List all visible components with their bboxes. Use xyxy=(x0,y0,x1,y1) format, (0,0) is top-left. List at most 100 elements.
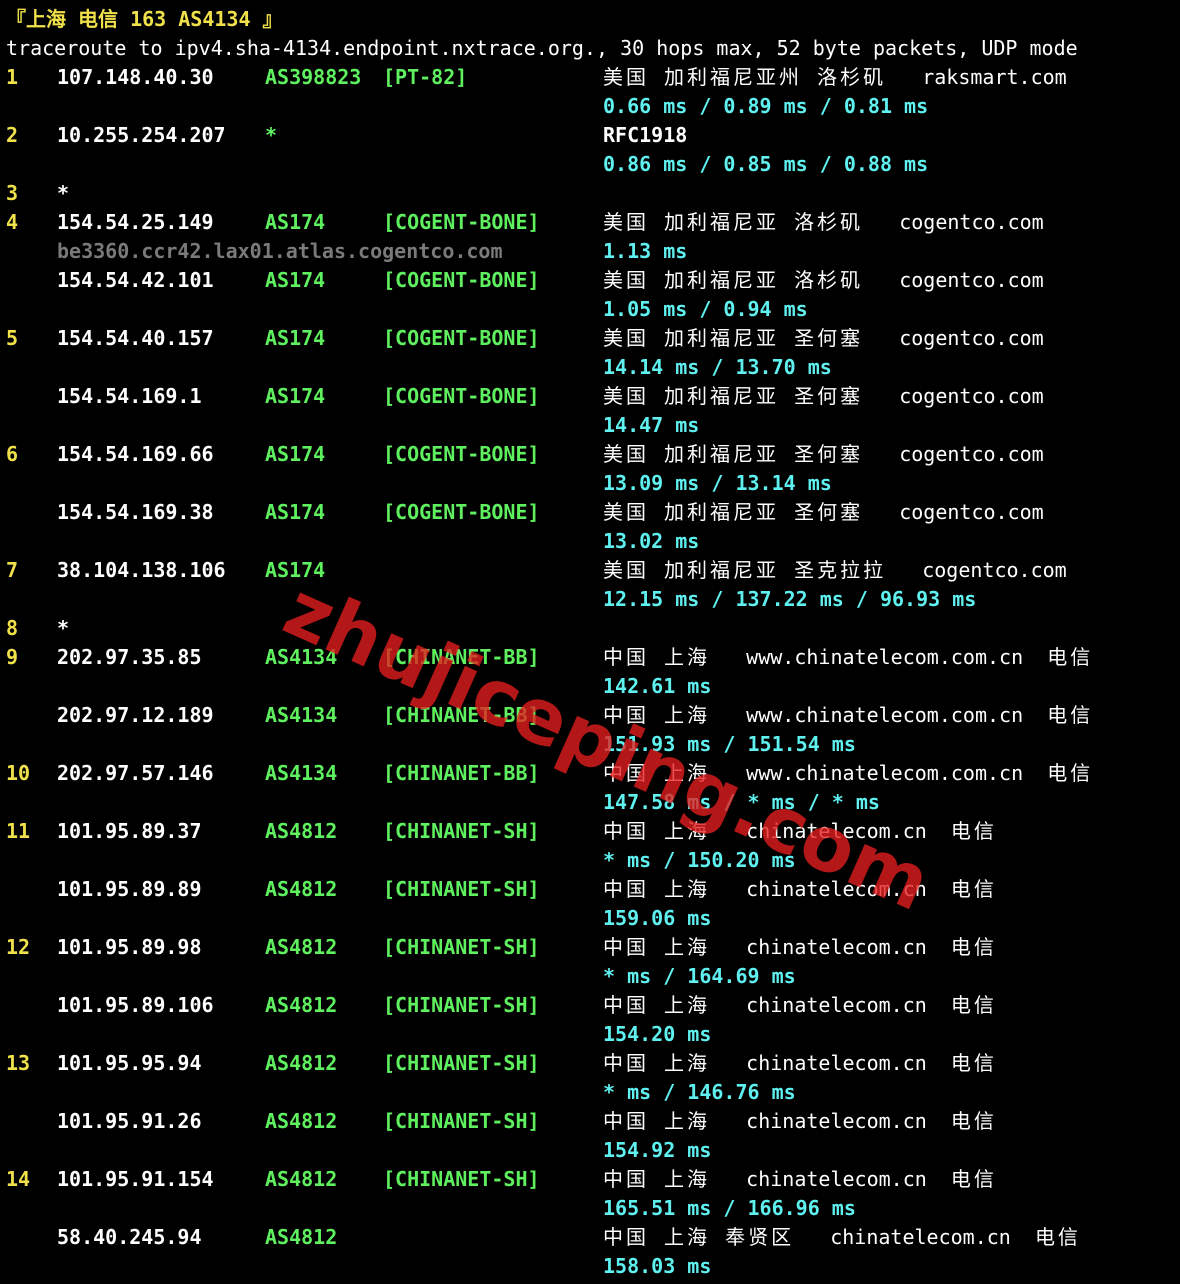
hop-network-tag: [COGENT-BONE] xyxy=(383,384,540,408)
hop-network-tag: [COGENT-BONE] xyxy=(383,210,540,234)
hop-latency: 154.92 ms xyxy=(603,1138,712,1162)
hop-number: 11 xyxy=(6,819,31,843)
hop-latency: * ms / 164.69 ms xyxy=(603,964,796,988)
hop-asn: AS4812 xyxy=(265,1167,338,1191)
trace-line: 147.58 ms / * ms / * ms xyxy=(0,788,1180,817)
hop-ip: 202.97.57.146 xyxy=(57,761,214,785)
hop-geo-location: 中国 上海 xyxy=(603,1167,711,1191)
hop-latency: 158.03 ms xyxy=(603,1254,712,1278)
hop-domain: chinatelecom.cn xyxy=(746,819,927,843)
trace-title: 『上海 电信 163 AS4134 』 xyxy=(6,7,283,31)
hop-network-tag: [CHINANET-SH] xyxy=(383,1109,540,1133)
hop-number: 10 xyxy=(6,761,31,785)
hop-ip: 101.95.91.154 xyxy=(57,1167,214,1191)
hop-geo-location: 中国 上海 xyxy=(603,877,711,901)
hop-geo-location: 中国 上海 xyxy=(603,1109,711,1133)
hop-geo-location: 中国 上海 xyxy=(603,819,711,843)
hop-location-group: 美国 加利福尼亚 圣何塞 cogentco.com xyxy=(603,324,1044,353)
hop-latency: 154.20 ms xyxy=(603,1022,712,1046)
hop-network-tag: [COGENT-BONE] xyxy=(383,442,540,466)
hop-domain: cogentco.com xyxy=(922,558,1067,582)
hop-location-group: 中国 上海 chinatelecom.cn 电信 xyxy=(603,1049,997,1078)
hop-geo-location: 中国 上海 xyxy=(603,993,711,1017)
hop-domain: chinatelecom.cn xyxy=(746,1167,927,1191)
hop-isp: 电信 xyxy=(950,877,997,901)
hop-location-group: 美国 加利福尼亚 洛杉矶 cogentco.com xyxy=(603,208,1044,237)
hop-asn: AS174 xyxy=(265,326,326,350)
hop-domain: cogentco.com xyxy=(899,210,1044,234)
hop-latency: 1.05 ms / 0.94 ms xyxy=(603,297,808,321)
hop-ip: 101.95.89.106 xyxy=(57,993,214,1017)
hop-number: 8 xyxy=(6,616,19,640)
hop-asn: AS4134 xyxy=(265,703,338,727)
hop-domain: cogentco.com xyxy=(899,442,1044,466)
hop-number: 5 xyxy=(6,326,19,350)
hop-network-tag: [CHINANET-SH] xyxy=(383,935,540,959)
trace-line: 151.93 ms / 151.54 ms xyxy=(0,730,1180,759)
hop-domain: cogentco.com xyxy=(899,326,1044,350)
hop-asn: AS174 xyxy=(265,442,326,466)
trace-line: 154.54.169.1 AS174 [COGENT-BONE] 美国 加利福尼亚 圣… xyxy=(0,382,1180,411)
hop-latency: 12.15 ms / 137.22 ms / 96.93 ms xyxy=(603,587,977,611)
trace-line: 159.06 ms xyxy=(0,904,1180,933)
hop-asn: AS174 xyxy=(265,384,326,408)
trace-line: 14 101.95.91.154 AS4812 [CHINANET-SH] 中国 上海 … xyxy=(0,1165,1180,1194)
hop-geo-location: 美国 加利福尼亚 洛杉矶 xyxy=(603,210,864,234)
trace-line: be3360.ccr42.lax01.atlas.cogentco.com 1.1… xyxy=(0,237,1180,266)
hop-geo-location: 中国 上海 奉贤区 xyxy=(603,1225,795,1249)
hop-ip: 101.95.89.98 xyxy=(57,935,202,959)
hop-domain: chinatelecom.cn xyxy=(830,1225,1011,1249)
trace-line: 154.54.169.38 AS174 [COGENT-BONE] 美国 加利福尼亚 … xyxy=(0,498,1180,527)
hop-location-group: RFC1918 xyxy=(603,121,687,150)
hop-ip: 154.54.169.38 xyxy=(57,500,214,524)
hop-geo-location: 美国 加利福尼亚 洛杉矶 xyxy=(603,268,864,292)
trace-line: 12 101.95.89.98 AS4812 [CHINANET-SH] 中国 上海 c… xyxy=(0,933,1180,962)
hop-domain: chinatelecom.cn xyxy=(746,1051,927,1075)
hop-domain: chinatelecom.cn xyxy=(746,1109,927,1133)
hop-asn: AS4812 xyxy=(265,819,338,843)
hop-isp: 电信 xyxy=(1047,703,1094,727)
hop-latency: 14.47 ms xyxy=(603,413,700,437)
trace-line: 142.61 ms xyxy=(0,672,1180,701)
hop-geo-location: 美国 加利福尼亚 圣何塞 xyxy=(603,326,864,350)
hop-ip: 154.54.169.1 xyxy=(57,384,202,408)
hop-location-group: 中国 上海 chinatelecom.cn 电信 xyxy=(603,991,997,1020)
hop-latency: 165.51 ms / 166.96 ms xyxy=(603,1196,856,1220)
hop-geo-location: RFC1918 xyxy=(603,123,688,147)
trace-line: 101.95.89.89 AS4812 [CHINANET-SH] 中国 上海 chi… xyxy=(0,875,1180,904)
hop-number: 1 xyxy=(6,65,19,89)
hop-asn: AS174 xyxy=(265,558,326,582)
hop-ip: 154.54.169.66 xyxy=(57,442,214,466)
hop-location-group: 中国 上海 chinatelecom.cn 电信 xyxy=(603,933,997,962)
trace-line: 154.92 ms xyxy=(0,1136,1180,1165)
hop-network-tag: [CHINANET-SH] xyxy=(383,819,540,843)
trace-line: 8 * xyxy=(0,614,1180,643)
hop-geo-location: 中国 上海 xyxy=(603,935,711,959)
trace-line: 13.09 ms / 13.14 ms xyxy=(0,469,1180,498)
hop-number: 4 xyxy=(6,210,19,234)
hop-ip: 101.95.91.26 xyxy=(57,1109,202,1133)
hop-latency: 13.02 ms xyxy=(603,529,700,553)
hop-ip: * xyxy=(57,616,70,640)
hop-network-tag: [CHINANET-BB] xyxy=(383,761,540,785)
hop-geo-location: 美国 加利福尼亚 圣何塞 xyxy=(603,442,864,466)
hop-location-group: 美国 加利福尼亚州 洛杉矶 raksmart.com xyxy=(603,63,1067,92)
hop-ip: 10.255.254.207 xyxy=(57,123,226,147)
trace-header-line: 『上海 电信 163 AS4134 』 xyxy=(0,5,1180,34)
hop-network-tag: [COGENT-BONE] xyxy=(383,500,540,524)
hop-isp: 电信 xyxy=(950,993,997,1017)
hop-ip: 154.54.40.157 xyxy=(57,326,214,350)
trace-line: 154.20 ms xyxy=(0,1020,1180,1049)
trace-line: 202.97.12.189 AS4134 [CHINANET-BB] 中国 上海 ww… xyxy=(0,701,1180,730)
hop-domain: www.chinatelecom.com.cn xyxy=(746,761,1024,785)
trace-line: 1 107.148.40.30 AS398823 [PT-82] 美国 加利福尼亚州 洛… xyxy=(0,63,1180,92)
hop-latency: 151.93 ms / 151.54 ms xyxy=(603,732,856,756)
hop-number: 2 xyxy=(6,123,19,147)
trace-line: 13.02 ms xyxy=(0,527,1180,556)
hop-isp: 电信 xyxy=(1047,761,1094,785)
hop-asn: AS174 xyxy=(265,500,326,524)
hop-location-group: 中国 上海 奉贤区 chinatelecom.cn 电信 xyxy=(603,1223,1081,1252)
hop-latency: 1.13 ms xyxy=(603,239,688,263)
trace-line: 1.05 ms / 0.94 ms xyxy=(0,295,1180,324)
hop-location-group: 美国 加利福尼亚 圣克拉拉 cogentco.com xyxy=(603,556,1067,585)
